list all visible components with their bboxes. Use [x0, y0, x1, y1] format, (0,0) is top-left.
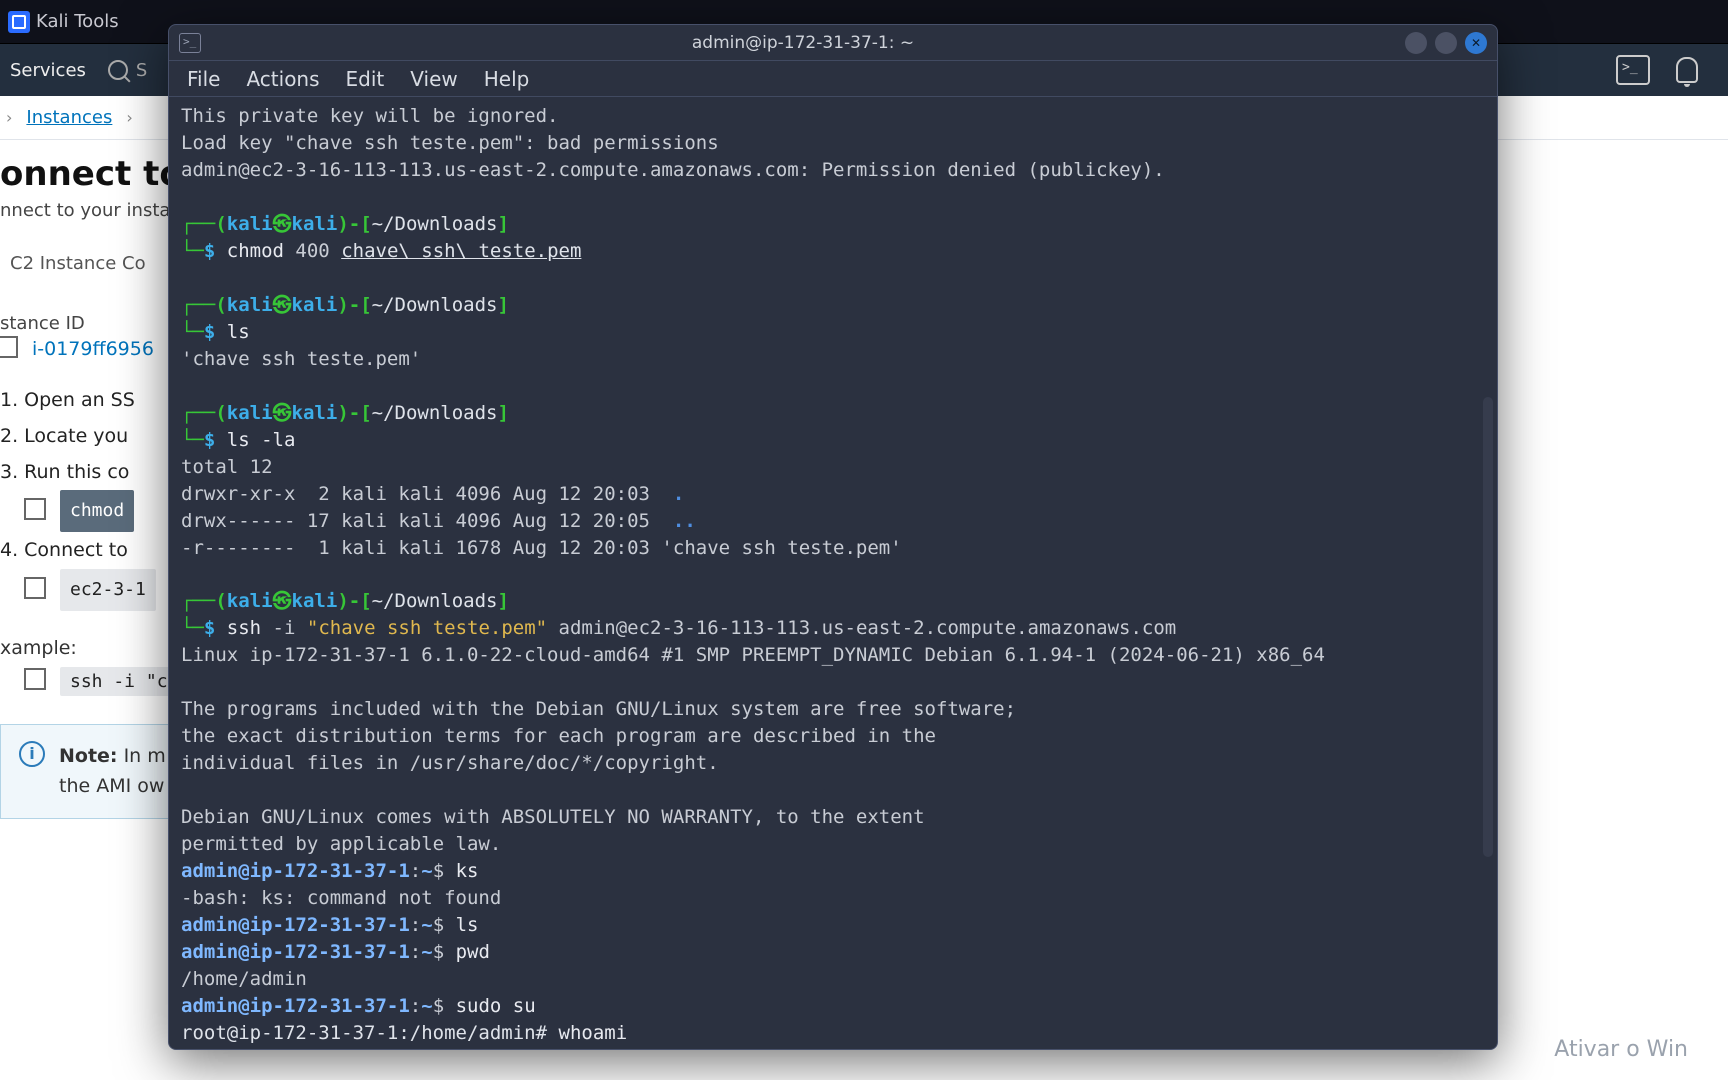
- banner2: The programs included with the Debian GN…: [181, 698, 1016, 720]
- terminal-title: admin@ip-172-31-37-1: ~: [211, 33, 1395, 53]
- instance-id-value: i-0179ff6956: [32, 338, 154, 360]
- prompt-path: ~/Downloads: [372, 213, 498, 235]
- banner5: Debian GNU/Linux comes with ABSOLUTELY N…: [181, 806, 925, 828]
- terminal-body[interactable]: This private key will be ignored. Load k…: [169, 97, 1497, 1049]
- notifications-icon[interactable]: [1676, 57, 1698, 83]
- chevron-right-icon: ›: [126, 108, 132, 127]
- terminal-menubar: File Actions Edit View Help: [169, 61, 1497, 97]
- cmd-ssh-target: admin@ec2-3-16-113-113.us-east-2.compute…: [547, 617, 1176, 639]
- aws-search[interactable]: S: [108, 60, 147, 81]
- remote-cmd-ks: ks: [456, 860, 479, 882]
- banner4: individual files in /usr/share/doc/*/cop…: [181, 752, 719, 774]
- remote-cmd-pwd: pwd: [456, 941, 490, 963]
- t-line: admin@ec2-3-16-113-113.us-east-2.compute…: [181, 159, 1165, 181]
- t-line: Load key "chave ssh teste.pem": bad perm…: [181, 132, 719, 154]
- aws-services-button[interactable]: Services: [6, 60, 90, 81]
- banner3: the exact distribution terms for each pr…: [181, 725, 936, 747]
- out-lsla-c: drwx------ 17 kali kali 4096 Aug 12 20:0…: [181, 510, 673, 532]
- close-button[interactable]: [1465, 32, 1487, 54]
- maximize-button[interactable]: [1435, 32, 1457, 54]
- out-lsla-a: total 12: [181, 456, 273, 478]
- breadcrumb-instances[interactable]: Instances: [26, 107, 112, 128]
- out-lsla-d: -r-------- 1 kali kali 1678 Aug 12 20:03…: [181, 537, 902, 559]
- remote-cmd-sudo: sudo su: [456, 995, 536, 1017]
- kali-logo-icon: [8, 11, 30, 33]
- info-icon: i: [19, 741, 45, 767]
- menu-help[interactable]: Help: [484, 67, 530, 91]
- note-label: Note:: [59, 745, 118, 767]
- search-icon: [108, 60, 128, 80]
- cmd-ls: ls: [227, 321, 250, 343]
- prompt-user: kali: [227, 213, 273, 235]
- note-line1: In m: [124, 745, 166, 767]
- terminal-scrollbar[interactable]: [1483, 397, 1493, 857]
- terminal-titlebar[interactable]: admin@ip-172-31-37-1: ~: [169, 25, 1497, 61]
- out-ls: 'chave ssh teste.pem': [181, 348, 421, 370]
- terminal-window: admin@ip-172-31-37-1: ~ File Actions Edi…: [168, 24, 1498, 1050]
- banner6: permitted by applicable law.: [181, 833, 501, 855]
- cmd-chmod-b: 400: [284, 240, 341, 262]
- out-lsla-b: drwxr-xr-x 2 kali kali 4096 Aug 12 20:03: [181, 483, 673, 505]
- dns-chip[interactable]: ec2-3-1: [60, 569, 156, 611]
- cmd-lsla: ls -la: [227, 429, 296, 451]
- menu-view[interactable]: View: [410, 67, 457, 91]
- remote-out-pwd: /home/admin: [181, 968, 307, 990]
- copy-icon[interactable]: [28, 581, 46, 599]
- aws-search-text: S: [136, 60, 147, 81]
- kali-tools-label: Kali Tools: [36, 11, 119, 32]
- remote-prompt: admin@ip-172-31-37-1: [181, 860, 410, 882]
- note-line2: the AMI ow: [59, 775, 164, 797]
- menu-file[interactable]: File: [187, 67, 220, 91]
- cloudshell-icon[interactable]: [1616, 55, 1650, 85]
- remote-err: -bash: ks: command not found: [181, 887, 501, 909]
- copy-icon[interactable]: [0, 340, 18, 358]
- cmd-ssh-key: "chave ssh teste.pem": [307, 617, 547, 639]
- windows-activate-watermark: Ativar o Win: [1554, 1037, 1688, 1062]
- root-prompt: root@ip-172-31-37-1:/home/admin#: [181, 1022, 559, 1044]
- chevron-right-icon: ›: [6, 108, 12, 127]
- tab-ec2-instance-connect[interactable]: C2 Instance Co: [8, 247, 148, 283]
- copy-icon[interactable]: [28, 502, 46, 520]
- kali-tools-button[interactable]: Kali Tools: [8, 11, 119, 33]
- terminal-icon: [179, 33, 201, 53]
- cmd-chmod-c: chave\ ssh\ teste.pem: [341, 240, 581, 262]
- t-line: This private key will be ignored.: [181, 105, 559, 127]
- prompt-host: kali: [292, 213, 338, 235]
- chmod-chip[interactable]: chmod: [60, 490, 134, 532]
- remote-cmd-ls: ls: [456, 914, 479, 936]
- banner1: Linux ip-172-31-37-1 6.1.0-22-cloud-amd6…: [181, 644, 1325, 666]
- menu-actions[interactable]: Actions: [246, 67, 319, 91]
- cmd-chmod-a: chmod: [227, 240, 284, 262]
- copy-icon[interactable]: [28, 672, 46, 690]
- cmd-ssh-a: ssh: [227, 617, 261, 639]
- minimize-button[interactable]: [1405, 32, 1427, 54]
- menu-edit[interactable]: Edit: [346, 67, 385, 91]
